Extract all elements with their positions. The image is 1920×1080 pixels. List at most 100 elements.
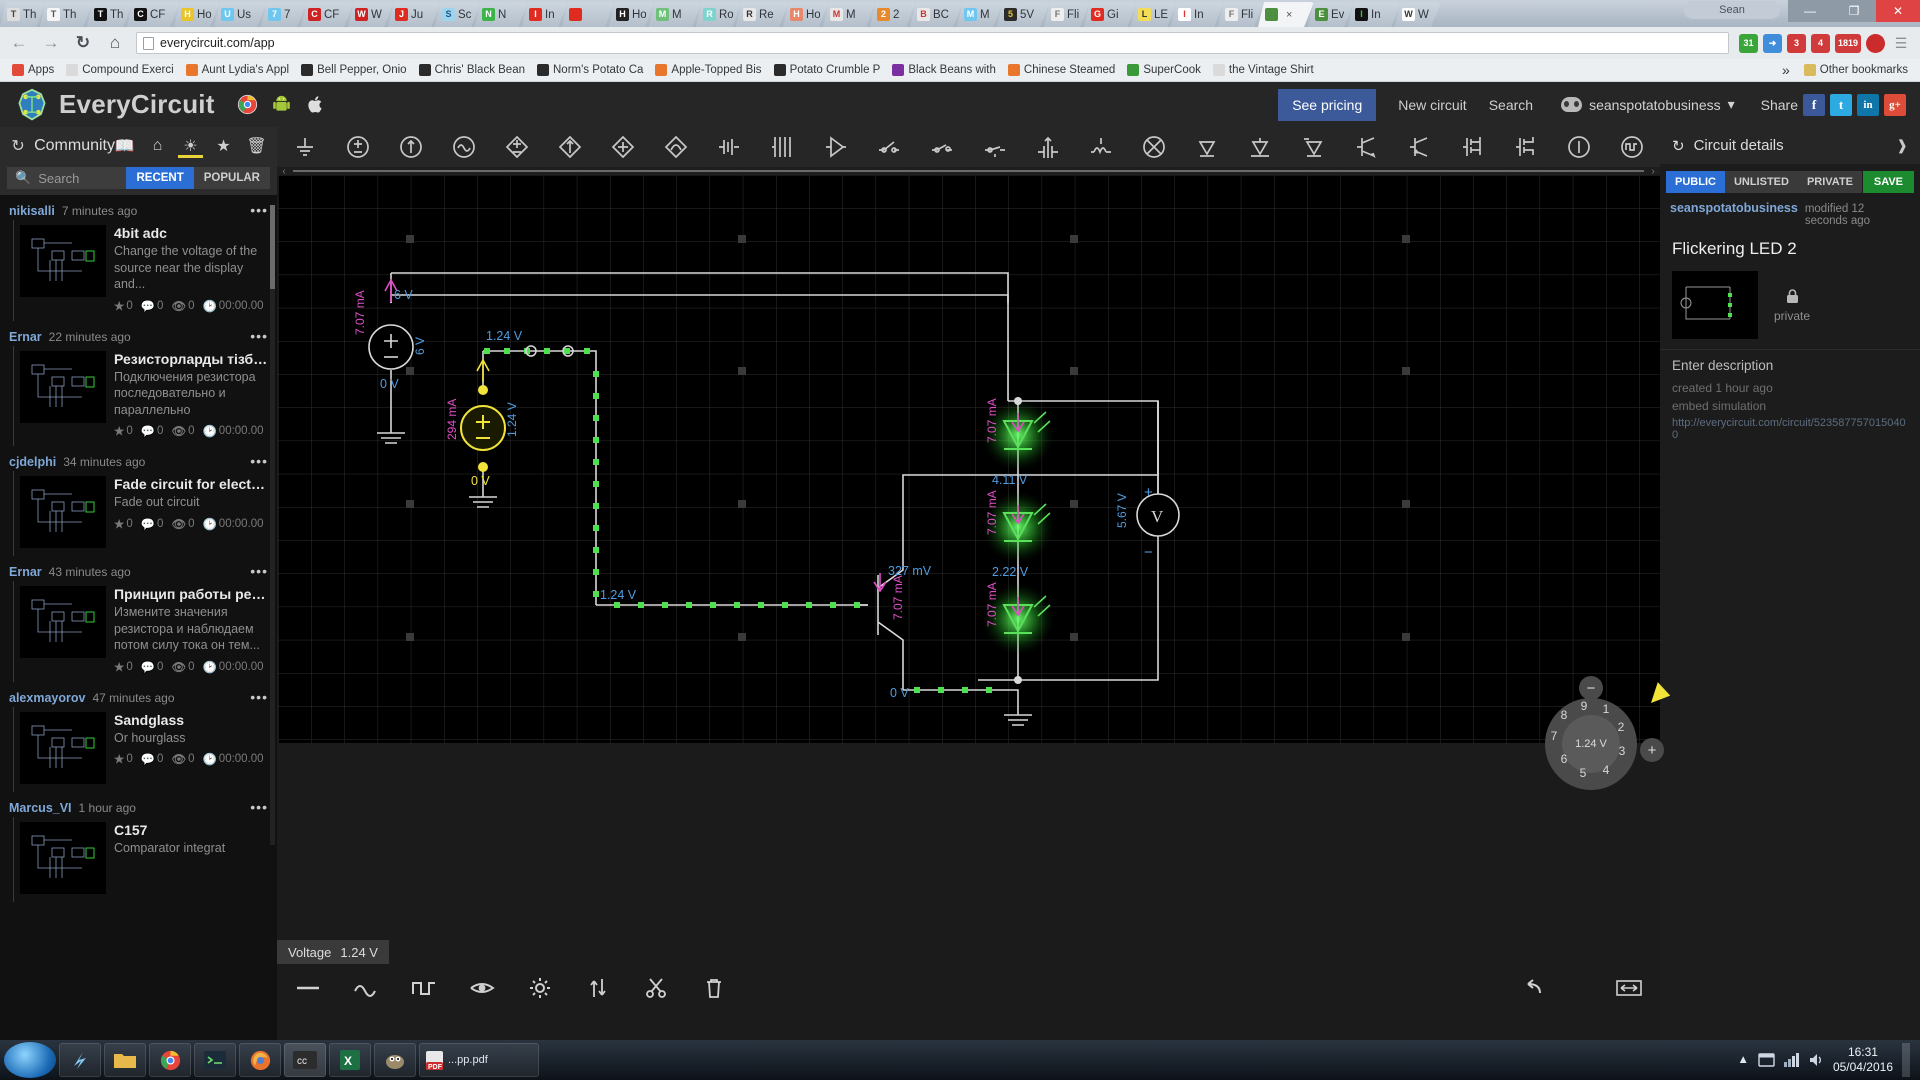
window-search-box[interactable]: Sean <box>1684 1 1780 19</box>
post-thumbnail[interactable] <box>20 350 106 423</box>
browser-tab[interactable]: B BC <box>910 2 963 27</box>
close-button[interactable]: ✕ <box>1876 0 1920 22</box>
potentiometer-icon[interactable] <box>1029 130 1068 164</box>
start-button[interactable] <box>4 1042 56 1078</box>
embed-link[interactable]: embed simulation <box>1660 397 1920 415</box>
linkedin-icon[interactable]: in <box>1857 93 1879 116</box>
post-menu-icon[interactable]: ••• <box>250 328 268 344</box>
book-icon[interactable]: 📖 <box>115 135 135 157</box>
browser-tab[interactable]: F Fli <box>1044 2 1090 27</box>
dial-number-1[interactable]: 1 <box>1599 702 1613 716</box>
post-menu-icon[interactable]: ••• <box>250 453 268 469</box>
refresh-icon[interactable]: ↻ <box>11 135 25 157</box>
list-item[interactable]: nikisalli 7 minutes ago ••• 4bit adc Change … <box>0 195 277 321</box>
forward-icon[interactable]: → <box>40 33 62 53</box>
details-author[interactable]: seanspotatobusiness <box>1670 201 1798 215</box>
taskbar-firefox-icon[interactable] <box>239 1043 281 1077</box>
bookmark-item[interactable]: Chinese Steamed <box>1002 62 1121 78</box>
probe-icon[interactable] <box>1560 130 1599 164</box>
eye-icon[interactable] <box>467 973 497 1003</box>
tray-window-icon[interactable] <box>1758 1053 1775 1067</box>
post-author[interactable]: alexmayorov <box>9 691 85 705</box>
post-thumbnail[interactable] <box>20 225 106 297</box>
list-item[interactable]: Marcus_VI 1 hour ago ••• C157 Comparator int… <box>0 792 277 902</box>
search-input[interactable]: 🔍 Search <box>7 167 127 189</box>
minimize-button[interactable]: — <box>1788 0 1832 22</box>
browser-tab[interactable]: H Ho <box>609 2 655 27</box>
post-title[interactable]: Fade circuit for electro... <box>114 476 268 492</box>
ground-icon[interactable] <box>285 130 324 164</box>
ac-source-icon[interactable] <box>444 130 483 164</box>
bookmark-icon[interactable]: ★ <box>214 135 233 157</box>
browser-tab[interactable]: C CF <box>301 2 354 27</box>
list-item[interactable]: Ernar 22 minutes ago ••• Резисторларды тізб… <box>0 321 277 447</box>
circuit-url[interactable]: http://everycircuit.com/circuit/52358775… <box>1660 415 1920 443</box>
taskbar-gimp-icon[interactable] <box>374 1043 416 1077</box>
user-menu[interactable]: seanspotatobusiness ▾ <box>1561 96 1735 113</box>
dial-number-2[interactable]: 2 <box>1614 720 1628 734</box>
bookmark-item[interactable]: Apple-Topped Bis <box>649 62 767 78</box>
post-author[interactable]: Ernar <box>9 565 42 579</box>
post-author[interactable]: nikisalli <box>9 204 55 218</box>
current-source-icon[interactable] <box>391 130 430 164</box>
browser-tab[interactable] <box>562 2 615 27</box>
relay-icon[interactable] <box>975 130 1014 164</box>
clock[interactable]: 16:31 05/04/2016 <box>1833 1045 1893 1075</box>
updown-icon[interactable] <box>583 973 613 1003</box>
list-item[interactable]: Ernar 43 minutes ago ••• Принцип работы рез… <box>0 556 277 682</box>
browser-tab[interactable]: × <box>1258 2 1314 27</box>
menu-icon[interactable]: ☰ <box>1890 35 1912 52</box>
post-title[interactable]: 4bit adc <box>114 225 268 241</box>
tray-expand-icon[interactable]: ▲ <box>1738 1054 1749 1066</box>
browser-tab[interactable]: E Ev <box>1308 2 1354 27</box>
pnp-icon[interactable] <box>1400 130 1439 164</box>
xor-icon[interactable] <box>1135 130 1174 164</box>
record-extension-icon[interactable] <box>1866 33 1885 53</box>
save-button[interactable]: SAVE <box>1862 171 1914 193</box>
inductor-icon[interactable] <box>1082 130 1121 164</box>
browser-tab[interactable]: I In <box>1348 2 1401 27</box>
android-icon[interactable] <box>271 94 292 115</box>
browser-tab[interactable]: I In <box>1171 2 1224 27</box>
toolbar-scrollbar[interactable]: ‹ › <box>277 166 1660 177</box>
dial-decrement-button[interactable]: − <box>1579 676 1603 700</box>
taskbar-terminal-icon[interactable] <box>194 1043 236 1077</box>
browser-tab[interactable]: 5 5V <box>997 2 1050 27</box>
bookmarks-overflow[interactable]: » <box>1776 60 1796 80</box>
counter-extension-icon[interactable]: 1819 <box>1835 33 1861 53</box>
cut-icon[interactable] <box>641 973 671 1003</box>
dial-number-6[interactable]: 6 <box>1557 752 1571 766</box>
diode-c-icon[interactable] <box>1294 130 1333 164</box>
taskbar-cc-icon[interactable]: cc <box>284 1043 326 1077</box>
apple-icon[interactable] <box>305 94 326 115</box>
signal-icon[interactable] <box>710 130 749 164</box>
visibility-unlisted[interactable]: UNLISTED <box>1724 171 1798 193</box>
undo-icon[interactable] <box>1516 973 1546 1003</box>
address-bar[interactable]: everycircuit.com/app <box>136 32 1729 54</box>
browser-tab[interactable]: T Th <box>87 2 133 27</box>
visibility-private[interactable]: PRIVATE <box>1797 171 1862 193</box>
tab-close-icon[interactable]: × <box>1286 9 1292 21</box>
dial-number-7[interactable]: 7 <box>1547 729 1561 743</box>
post-title[interactable]: C157 <box>114 822 268 838</box>
globe-icon[interactable]: ☀ <box>178 135 203 158</box>
twitter-icon[interactable]: t <box>1830 93 1852 116</box>
browser-tab[interactable]: WW <box>1395 2 1441 27</box>
trash-icon[interactable]: 🗑 <box>246 135 266 157</box>
browser-tab[interactable]: U Us <box>214 2 267 27</box>
voltage-source-icon[interactable] <box>338 130 377 164</box>
home-icon[interactable]: ⌂ <box>104 33 126 53</box>
taskbar-excel-icon[interactable]: X <box>329 1043 371 1077</box>
list-item[interactable]: alexmayorov 47 minutes ago ••• Sandglass Or … <box>0 682 277 792</box>
dial-number-5[interactable]: 5 <box>1576 766 1590 780</box>
bookmark-item[interactable]: Black Beans with <box>886 62 1002 78</box>
switch-open-icon[interactable] <box>869 130 908 164</box>
share-icon[interactable]: ❱ <box>1896 137 1908 154</box>
privacy-indicator[interactable]: private <box>1774 288 1810 323</box>
tray-volume-icon[interactable] <box>1809 1053 1824 1067</box>
maximize-button[interactable]: ❐ <box>1832 0 1876 22</box>
browser-tab[interactable]: NN <box>475 2 528 27</box>
visibility-public[interactable]: PUBLIC <box>1666 171 1725 193</box>
component-toolbar[interactable] <box>277 127 1660 167</box>
trash-icon[interactable] <box>699 973 729 1003</box>
